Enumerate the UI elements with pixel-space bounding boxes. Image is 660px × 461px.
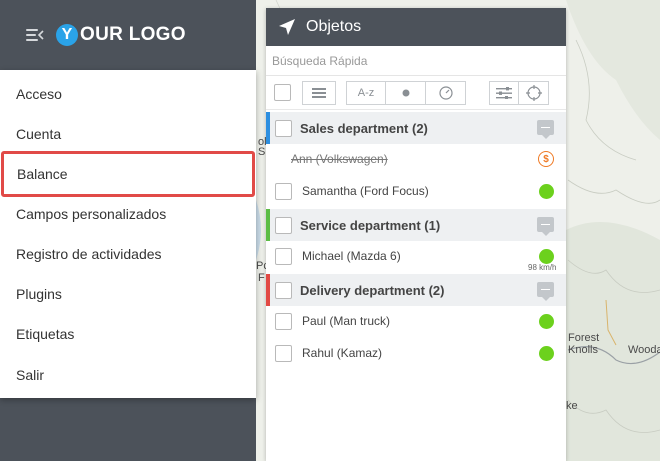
sliders-icon [496, 86, 512, 99]
menu-item-etiquetas[interactable]: Etiquetas [0, 314, 256, 354]
search-input[interactable]: Búsqueda Rápida [266, 46, 566, 76]
navigation-arrow-icon [279, 19, 295, 35]
group-name: Sales department (2) [300, 121, 428, 136]
menu-item-registro-actividades[interactable]: Registro de actividades [0, 234, 256, 274]
filter-settings-button[interactable] [489, 80, 519, 105]
money-icon: $ [538, 151, 554, 167]
sort-status-button[interactable] [386, 80, 426, 105]
online-status-icon [539, 314, 554, 329]
map-label-forest: Forest [568, 332, 600, 344]
group-row-sales[interactable]: Sales department (2) [266, 112, 566, 144]
status-dot-icon [402, 89, 409, 96]
object-row[interactable]: Ann (Volkswagen) $ [266, 144, 566, 176]
sort-speed-button[interactable] [426, 80, 466, 105]
object-name: Paul (Man truck) [302, 314, 391, 328]
menu-item-acceso[interactable]: Acceso [0, 74, 256, 114]
group-row-delivery[interactable]: Delivery department (2) [266, 274, 566, 306]
panel-title: Objetos [306, 18, 362, 35]
objects-panel: Objetos Búsqueda Rápida A-z Sales depart… [266, 8, 566, 461]
group-color-bar [266, 209, 270, 241]
logo-badge: Y [56, 24, 78, 46]
online-status-icon [539, 184, 554, 199]
logo-text: OUR LOGO [80, 24, 186, 45]
group-row-service[interactable]: Service department (1) [266, 209, 566, 241]
object-checkbox[interactable] [275, 345, 292, 362]
group-name: Service department (1) [300, 218, 441, 233]
object-name: Samantha (Ford Focus) [302, 184, 429, 198]
menu-item-campos-personalizados[interactable]: Campos personalizados [0, 194, 256, 234]
object-row[interactable]: Samantha (Ford Focus) [266, 176, 566, 208]
group-collapse-icon[interactable] [537, 282, 554, 301]
object-name: Rahul (Kamaz) [302, 346, 383, 360]
locate-button[interactable] [519, 80, 549, 105]
object-checkbox[interactable] [275, 248, 292, 265]
objects-toolbar: A-z [266, 76, 566, 110]
map-label: F [258, 272, 265, 284]
object-name: Ann (Volkswagen) [291, 152, 388, 166]
list-icon [312, 87, 326, 98]
group-checkbox[interactable] [275, 217, 292, 234]
group-color-bar [266, 274, 270, 306]
object-checkbox[interactable] [275, 183, 292, 200]
group-name: Delivery department (2) [300, 283, 445, 298]
logo-row: Y OUR LOGO [26, 22, 186, 48]
map-label-knolls: Knolls [568, 344, 598, 356]
group-collapse-icon[interactable] [537, 217, 554, 236]
menu-item-salir[interactable]: Salir [0, 355, 256, 395]
sidebar: Y OUR LOGO Acceso Cuenta Balance Campos … [0, 0, 256, 461]
group-checkbox[interactable] [275, 120, 292, 137]
crosshair-icon [525, 84, 542, 101]
menu-item-plugins[interactable]: Plugins [0, 274, 256, 314]
object-row[interactable]: Paul (Man truck) [266, 306, 566, 338]
menu-item-balance[interactable]: Balance [1, 151, 255, 197]
map-label: S [258, 146, 266, 158]
online-status-icon [539, 346, 554, 361]
object-name: Michael (Mazda 6) [302, 249, 401, 263]
map-label: ke [566, 400, 578, 412]
menu-collapse-icon[interactable] [26, 28, 44, 42]
group-checkbox[interactable] [275, 282, 292, 299]
speed-label: 98 km/h [528, 263, 557, 272]
object-row[interactable]: Michael (Mazda 6) 98 km/h [266, 241, 566, 273]
account-dropdown-menu: Acceso Cuenta Balance Campos personaliza… [0, 70, 256, 398]
select-all-checkbox[interactable] [274, 84, 291, 101]
object-checkbox[interactable] [275, 313, 292, 330]
sort-alphabetical-button[interactable]: A-z [346, 80, 386, 105]
online-status-icon [539, 249, 554, 264]
group-collapse-icon[interactable] [537, 120, 554, 139]
panel-header: Objetos [266, 8, 566, 46]
speedometer-icon [438, 85, 453, 100]
map-label-woodacre: Wooda [628, 344, 660, 356]
object-row[interactable]: Rahul (Kamaz) [266, 338, 566, 370]
group-color-bar [266, 112, 270, 144]
list-view-button[interactable] [302, 80, 336, 105]
menu-item-cuenta[interactable]: Cuenta [0, 114, 256, 154]
